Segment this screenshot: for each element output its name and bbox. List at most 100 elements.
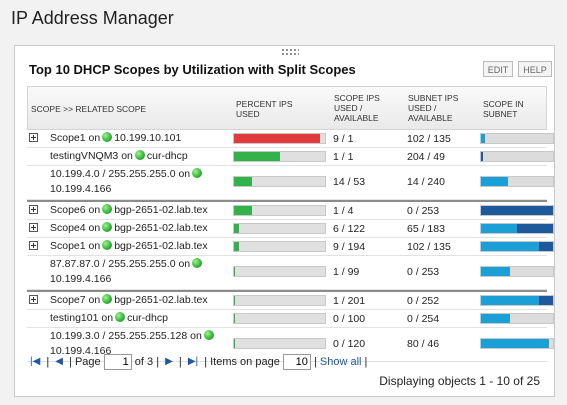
col-header-scope-in-subnet-line2: SUBNET <box>483 109 518 119</box>
status-ok-icon <box>102 132 113 142</box>
scope-name: 87.87.87.0 / 255.255.255.0 on <box>50 258 191 270</box>
prev-page-icon[interactable]: ◀ <box>55 353 63 371</box>
split-scope-segment <box>538 296 553 305</box>
table-body: Scope1 on 10.199.10.101 9 / 1 102 / 135 test… <box>27 130 554 362</box>
table-row[interactable]: testingVNQM3 on cur-dhcp 1 / 1 204 / 49 <box>27 148 554 166</box>
scope-name: testing101 on <box>50 312 114 324</box>
percent-used-fill <box>234 314 236 323</box>
col-header-scope-in-subnet[interactable]: SCOPE IN SUBNET <box>483 99 524 119</box>
scope-name-cell[interactable]: 87.87.87.0 / 255.255.255.0 on <box>50 257 204 271</box>
scope-name-cell[interactable]: 10.199.4.0 / 255.255.255.0 on <box>50 167 204 181</box>
first-page-icon[interactable]: |◀ <box>30 353 40 371</box>
col-header-scope-ips[interactable]: SCOPE IPS USED / AVAILABLE <box>334 93 380 123</box>
percent-used-bar <box>233 223 326 234</box>
percent-used-bar <box>233 241 326 252</box>
scope-name-cell[interactable]: Scope1 on bgp-2651-02.lab.tex <box>50 239 208 253</box>
pager-divider: | <box>178 356 182 369</box>
scope-name: Scope1 on <box>50 132 101 144</box>
table-row[interactable]: testing101 on cur-dhcp 0 / 100 0 / 254 <box>27 310 554 328</box>
pager-divider: | <box>313 356 317 369</box>
status-ok-icon <box>203 330 214 340</box>
status-ok-icon <box>102 294 113 304</box>
expand-icon[interactable] <box>29 295 38 304</box>
scope-in-subnet-bar <box>480 295 554 306</box>
server-name: bgp-2651-02.lab.tex <box>114 222 208 234</box>
subnet-ips-value: 0 / 254 <box>407 313 440 325</box>
expand-icon[interactable] <box>29 241 38 250</box>
col-header-scope[interactable]: SCOPE >> RELATED SCOPE <box>31 104 146 114</box>
percent-used-fill <box>234 339 236 348</box>
server-name: 10.199.10.101 <box>114 132 182 144</box>
col-header-percent-line1: PERCENT IPS <box>236 99 293 109</box>
split-scope-segment <box>517 224 553 233</box>
expand-icon[interactable] <box>29 223 38 232</box>
table-row[interactable]: Scope4 on bgp-2651-02.lab.tex 6 / 122 65 / … <box>27 220 554 238</box>
percent-used-bar <box>233 205 326 216</box>
scope-name-cell[interactable]: testingVNQM3 on cur-dhcp <box>50 149 188 163</box>
col-header-subnet-ips-line2: USED / <box>408 103 437 113</box>
page-label: Page <box>74 356 101 369</box>
last-page-icon[interactable]: ▶| <box>188 353 198 371</box>
scope-ips-value: 0 / 120 <box>333 338 366 350</box>
scope-name-cell[interactable]: Scope1 on 10.199.10.101 <box>50 131 181 145</box>
edit-button[interactable]: EDIT <box>483 61 513 77</box>
help-button[interactable]: HELP <box>518 61 552 77</box>
next-page-icon[interactable]: ▶ <box>165 353 173 371</box>
subnet-ips-value: 14 / 240 <box>407 176 445 188</box>
pager-divider: | <box>46 356 50 369</box>
scope-segment <box>481 134 486 143</box>
subnet-ips-value: 65 / 183 <box>407 223 445 235</box>
drag-handle-icon[interactable] <box>281 48 299 56</box>
expand-icon[interactable] <box>29 205 38 214</box>
percent-used-bar <box>233 176 326 187</box>
scope-name-cell[interactable]: testing101 on cur-dhcp <box>50 311 168 325</box>
percent-used-bar <box>233 266 326 277</box>
percent-used-fill <box>234 206 253 215</box>
col-header-subnet-ips[interactable]: SUBNET IPS USED / AVAILABLE <box>408 93 458 123</box>
scope-ips-value: 14 / 53 <box>333 176 366 188</box>
scope-ips-value: 9 / 194 <box>333 241 366 253</box>
split-scope-segment <box>481 152 484 161</box>
status-ok-icon <box>192 168 203 178</box>
server-name: cur-dhcp <box>127 312 168 324</box>
status-text: Displaying objects 1 - 10 of 25 <box>379 374 540 388</box>
items-per-page-input[interactable] <box>282 354 311 371</box>
table-row[interactable]: 10.199.4.0 / 255.255.255.0 on 10.199.4.16… <box>27 166 554 200</box>
table-row[interactable]: Scope1 on bgp-2651-02.lab.tex 9 / 194 102 /… <box>27 238 554 256</box>
scope-ips-value: 1 / 99 <box>333 266 360 278</box>
scope-ips-value: 1 / 1 <box>333 151 354 163</box>
server-name: bgp-2651-02.lab.tex <box>114 204 208 216</box>
pager-divider: | <box>156 356 160 369</box>
col-header-percent[interactable]: PERCENT IPS USED <box>236 99 293 119</box>
scope-in-subnet-bar <box>480 133 554 144</box>
scope-name-cell[interactable]: Scope4 on bgp-2651-02.lab.tex <box>50 221 208 235</box>
percent-used-fill <box>234 224 239 233</box>
scope-name-cell[interactable]: 10.199.3.0 / 255.255.255.128 on <box>50 329 216 343</box>
percent-used-fill <box>234 152 280 161</box>
percent-used-bar <box>233 151 326 162</box>
col-header-scope-in-subnet-line1: SCOPE IN <box>483 99 524 109</box>
status-ok-icon <box>192 258 203 268</box>
show-all-link[interactable]: Show all <box>320 353 362 371</box>
scope-name: Scope7 on <box>50 294 101 306</box>
table-row[interactable]: 87.87.87.0 / 255.255.255.0 on 10.199.4.16… <box>27 256 554 290</box>
scope-name-cell[interactable]: Scope6 on bgp-2651-02.lab.tex <box>50 203 208 217</box>
scope-name: testingVNQM3 on <box>50 150 133 162</box>
expand-icon[interactable] <box>29 133 38 142</box>
server-address: 10.199.4.166 <box>50 183 112 195</box>
scope-name-cell[interactable]: Scope7 on bgp-2651-02.lab.tex <box>50 293 208 307</box>
items-on-page-label: Items on page <box>210 356 280 369</box>
percent-used-bar <box>233 295 326 306</box>
col-header-subnet-ips-line3: AVAILABLE <box>408 113 453 123</box>
subnet-ips-value: 0 / 253 <box>407 266 440 278</box>
pagination-bar: |◀ | ◀ | Page of 3 | ▶ | ▶| | Items on p… <box>27 353 367 371</box>
scope-in-subnet-bar <box>480 223 554 234</box>
table-row[interactable]: Scope7 on bgp-2651-02.lab.tex 1 / 201 0 / 2… <box>27 290 554 310</box>
page-number-input[interactable] <box>103 354 132 371</box>
subnet-ips-value: 204 / 49 <box>407 151 445 163</box>
table-row[interactable]: Scope1 on 10.199.10.101 9 / 1 102 / 135 <box>27 130 554 148</box>
table-row[interactable]: Scope6 on bgp-2651-02.lab.tex 1 / 4 0 / 253 <box>27 200 554 220</box>
status-ok-icon <box>115 312 126 322</box>
status-ok-icon <box>102 222 113 232</box>
scope-segment <box>481 267 510 276</box>
